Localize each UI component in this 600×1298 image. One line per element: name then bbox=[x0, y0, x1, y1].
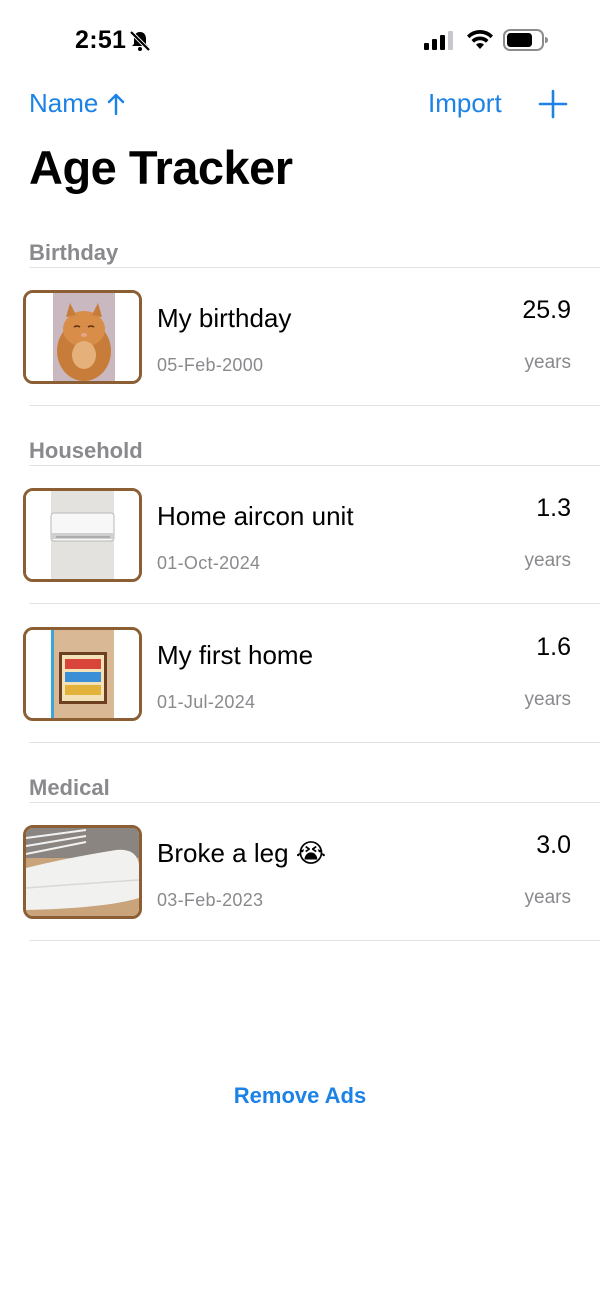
battery-icon bbox=[503, 29, 548, 51]
sort-label: Name bbox=[29, 88, 99, 118]
item-age-unit: years bbox=[524, 689, 571, 710]
item-age-unit: years bbox=[524, 352, 571, 373]
status-bar: 2:51 bbox=[0, 0, 600, 80]
item-age-unit: years bbox=[524, 887, 571, 908]
item-title: Home aircon unit bbox=[157, 501, 354, 531]
divider bbox=[29, 940, 600, 941]
item-date: 01-Oct-2024 bbox=[157, 553, 261, 573]
list-item[interactable]: Broke a leg 😭 03-Feb-2023 3.0 years bbox=[0, 802, 600, 940]
item-age-unit: years bbox=[524, 550, 571, 571]
item-photo bbox=[23, 290, 142, 384]
item-age-value: 25.9 bbox=[522, 296, 571, 324]
section-header-household: Household bbox=[29, 438, 143, 463]
import-button[interactable]: Import bbox=[428, 88, 502, 119]
page-title: Age Tracker bbox=[29, 141, 293, 194]
home-sign-photo bbox=[26, 630, 139, 718]
status-time: 2:51 bbox=[75, 26, 127, 54]
item-date: 05-Feb-2000 bbox=[157, 355, 264, 375]
list-item[interactable]: My birthday 05-Feb-2000 25.9 years bbox=[0, 267, 600, 405]
item-age-value: 1.6 bbox=[536, 633, 571, 661]
bell-slash-icon bbox=[129, 30, 151, 52]
item-age-value: 1.3 bbox=[536, 494, 571, 522]
item-photo bbox=[23, 488, 142, 582]
arrow-up-icon bbox=[108, 93, 125, 115]
wifi-icon bbox=[467, 29, 493, 49]
divider bbox=[29, 405, 600, 406]
item-photo bbox=[23, 627, 142, 721]
item-title: My first home bbox=[157, 640, 314, 670]
sort-by-name-button[interactable]: Name bbox=[29, 88, 126, 119]
item-title: Broke a leg 😭 bbox=[157, 838, 327, 868]
leg-cast-photo bbox=[26, 828, 139, 916]
item-date: 03-Feb-2023 bbox=[157, 890, 264, 910]
item-age-value: 3.0 bbox=[536, 831, 571, 859]
plus-icon[interactable] bbox=[538, 89, 568, 119]
section-header-medical: Medical bbox=[29, 775, 110, 800]
cellular-signal-icon bbox=[424, 31, 453, 50]
divider bbox=[29, 742, 600, 743]
remove-ads-button[interactable]: Remove Ads bbox=[0, 1083, 600, 1109]
item-photo bbox=[23, 825, 142, 919]
item-date: 01-Jul-2024 bbox=[157, 692, 256, 712]
aircon-photo bbox=[26, 491, 139, 579]
item-title: My birthday bbox=[157, 303, 292, 333]
list-item[interactable]: Home aircon unit 01-Oct-2024 1.3 years bbox=[0, 465, 600, 603]
section-header-birthday: Birthday bbox=[29, 240, 119, 265]
cat-photo bbox=[26, 293, 139, 381]
list-item[interactable]: My first home 01-Jul-2024 1.6 years bbox=[0, 604, 600, 742]
